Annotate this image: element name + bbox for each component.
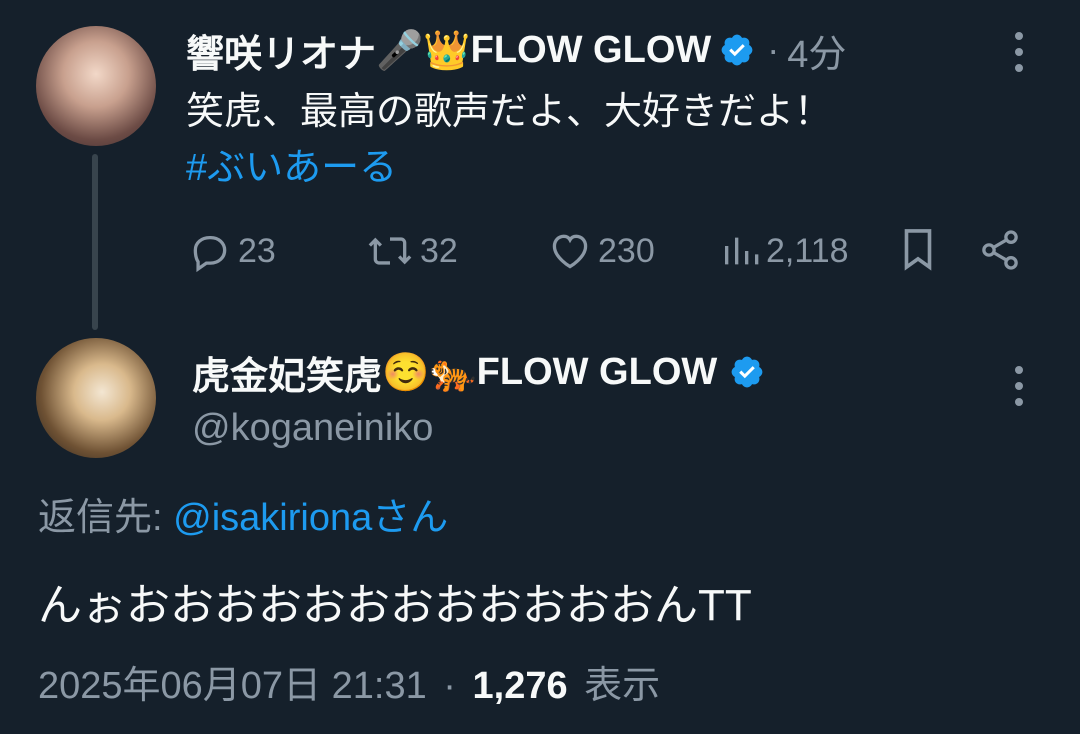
reply-to-suffix: さん [372, 497, 449, 539]
tweet1-time[interactable]: 4分 [787, 23, 846, 78]
reply-to-line: 返信先: @isakirionaさん [38, 494, 448, 542]
tweet2-handle[interactable]: @koganeiniko [192, 404, 433, 452]
verified-badge-icon [721, 34, 753, 66]
tweet2-meta: 2025年06月07日 21:31 · 1,276 表示 [38, 662, 660, 710]
dot [1015, 366, 1023, 374]
dot [1015, 48, 1023, 56]
reply-button[interactable]: 23 [188, 228, 276, 274]
retweet-count: 32 [420, 231, 458, 270]
reply-icon [193, 235, 227, 273]
tweet1-name-suffix[interactable]: FLOW GLOW [471, 29, 712, 72]
dot [1015, 64, 1023, 72]
retweet-icon [368, 237, 412, 265]
like-count: 230 [598, 231, 655, 270]
tweet1-text: 笑虎、最高の歌声だよ、大好きだよ！ [186, 91, 833, 133]
tweet1-name-emojis: 🎤👑 [376, 27, 471, 72]
dot [1015, 382, 1023, 390]
retweet-button[interactable]: 32 [366, 228, 458, 274]
bookmark-icon [904, 229, 932, 271]
like-button[interactable]: 230 [548, 228, 655, 274]
share-button[interactable] [978, 228, 1022, 272]
meta-separator: · [443, 665, 456, 707]
thread-connector-line [92, 154, 98, 330]
avatar-koganei-niko[interactable] [36, 338, 156, 458]
reply-to-label: 返信先: [38, 497, 163, 539]
tweet2-text: んぉおおおおおおおおおおおおんTT [38, 581, 752, 630]
like-icon [552, 234, 588, 269]
reply-count: 23 [238, 231, 276, 270]
views-icon [725, 237, 759, 265]
reply-to-handle-link[interactable]: @isakirionaさん [173, 497, 448, 539]
more-options-icon[interactable] [1014, 32, 1024, 78]
views-count: 2,118 [766, 231, 849, 270]
tweet2-views-count: 1,276 [472, 665, 568, 707]
views-button[interactable]: 2,118 [720, 228, 849, 274]
avatar-hibiki-riona[interactable] [36, 26, 156, 146]
share-icon [982, 230, 1018, 270]
dot [1015, 398, 1023, 406]
more-options-icon[interactable] [1014, 366, 1024, 412]
tweet2-name-emojis: ☺️🐅 [382, 349, 477, 394]
tweet2-display-name[interactable]: 虎金妃笑虎 [192, 345, 382, 400]
tweet2-name-suffix[interactable]: FLOW GLOW [477, 351, 718, 394]
verified-badge-icon [731, 356, 763, 388]
tweet2-header: 虎金妃笑虎 ☺️🐅 FLOW GLOW [192, 348, 765, 398]
tweet1-display-name[interactable]: 響咲リオナ [186, 23, 376, 78]
reply-to-handle: @isakiriona [173, 497, 373, 539]
tweet2-views-label: 表示 [584, 665, 661, 707]
tweet1-hashtag-link[interactable]: #ぶいあーる [186, 144, 397, 192]
tweet1-time-separator: · [767, 29, 780, 70]
dot [1015, 32, 1023, 40]
bookmark-button[interactable] [898, 226, 938, 272]
tweet2-timestamp[interactable]: 2025年06月07日 21:31 [38, 665, 427, 707]
tweet1-header: 響咲リオナ 🎤👑 FLOW GLOW · 4分 [186, 26, 846, 76]
